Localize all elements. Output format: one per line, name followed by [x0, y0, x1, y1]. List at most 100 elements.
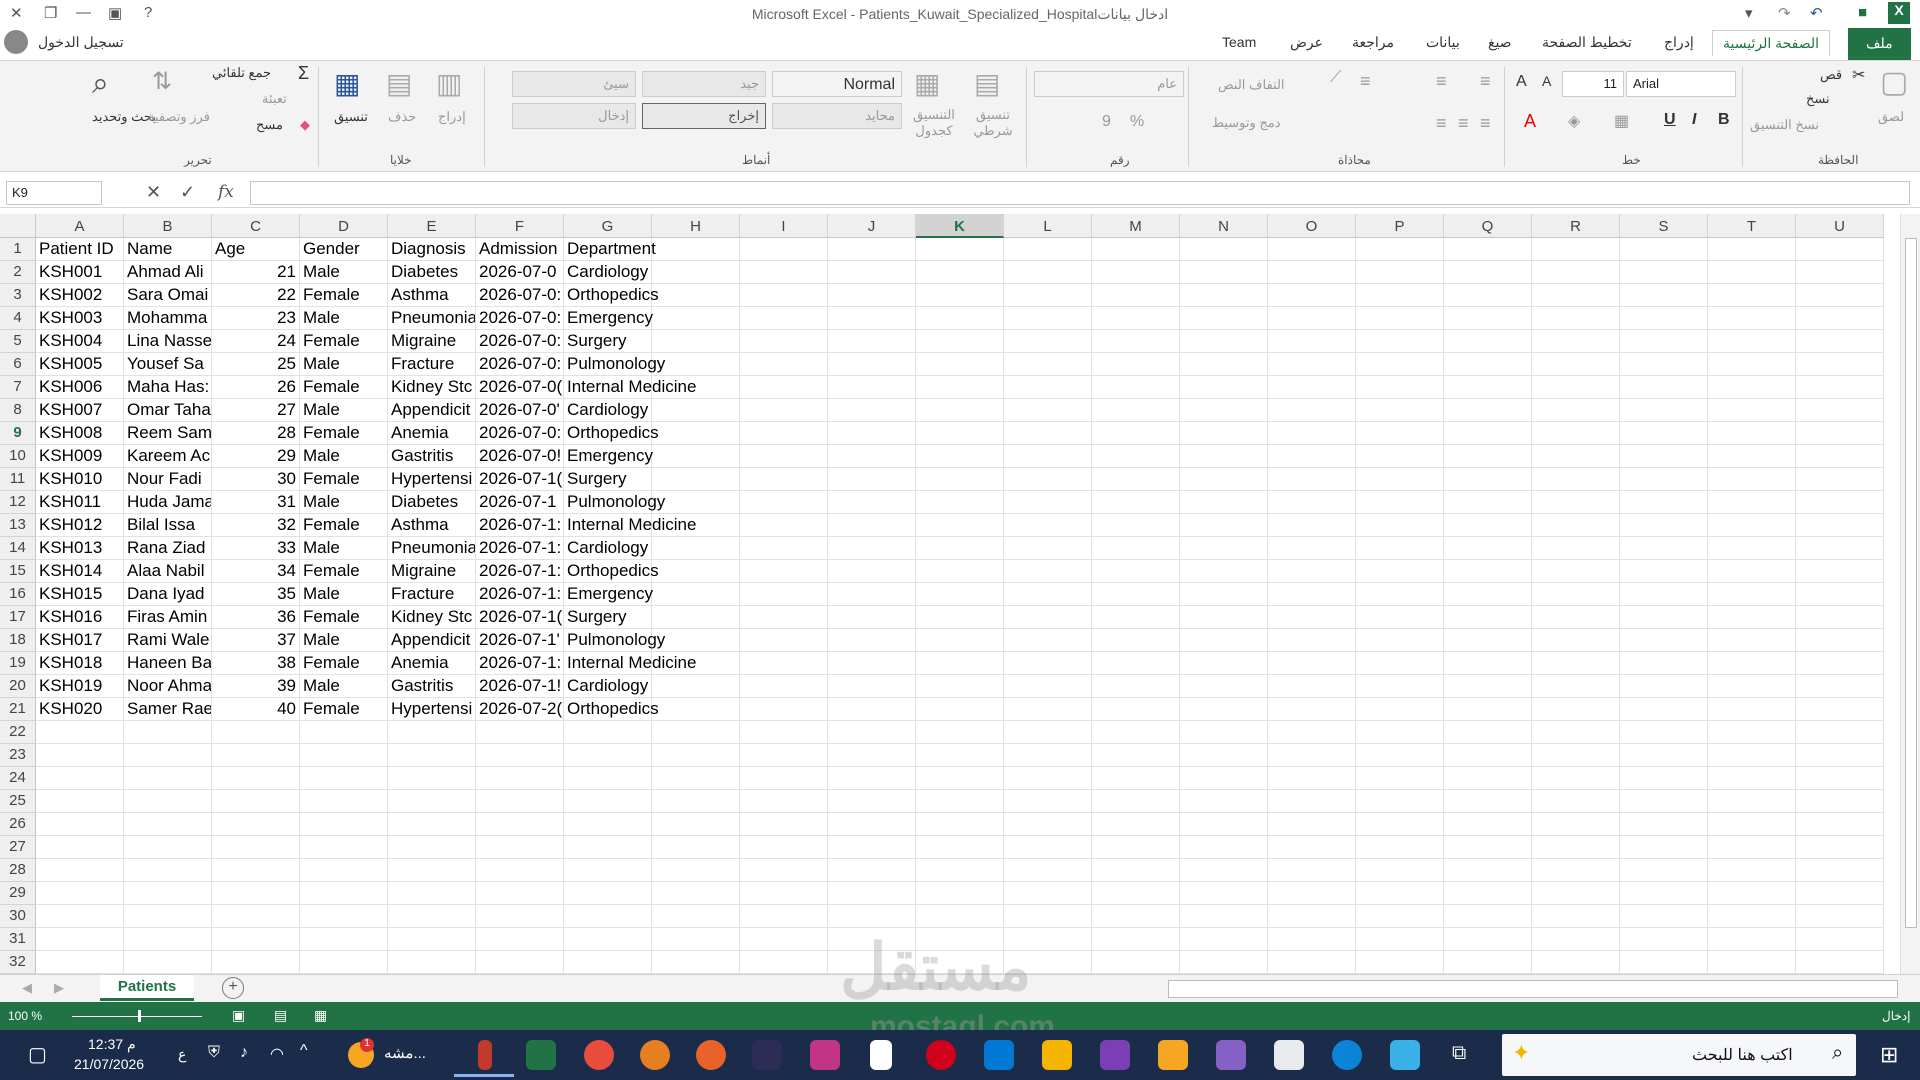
row-header-2[interactable]: 2: [0, 261, 36, 284]
empty-cell[interactable]: [828, 675, 916, 698]
align-center-icon[interactable]: ≡: [1458, 113, 1469, 134]
data-cell[interactable]: KSH013: [36, 537, 124, 560]
font-name-select[interactable]: Arial: [1626, 71, 1736, 97]
empty-cell[interactable]: [212, 767, 300, 790]
tab-view[interactable]: عرض: [1284, 34, 1329, 51]
empty-cell[interactable]: [1796, 583, 1884, 606]
data-cell[interactable]: Male: [300, 353, 388, 376]
empty-cell[interactable]: [1180, 307, 1268, 330]
empty-cell[interactable]: [1796, 399, 1884, 422]
insert-button[interactable]: إدراج: [438, 109, 466, 125]
empty-cell[interactable]: [1268, 606, 1356, 629]
empty-cell[interactable]: [1092, 675, 1180, 698]
empty-cell[interactable]: [300, 928, 388, 951]
vertical-scrollbar[interactable]: [1900, 214, 1920, 974]
empty-cell[interactable]: [1092, 537, 1180, 560]
empty-cell[interactable]: [740, 629, 828, 652]
empty-cell[interactable]: [652, 261, 740, 284]
empty-cell[interactable]: [828, 537, 916, 560]
empty-cell[interactable]: [1532, 445, 1620, 468]
empty-cell[interactable]: [1708, 445, 1796, 468]
empty-cell[interactable]: [1180, 514, 1268, 537]
empty-cell[interactable]: [1444, 399, 1532, 422]
empty-cell[interactable]: [1444, 606, 1532, 629]
empty-cell[interactable]: [1268, 836, 1356, 859]
row-header-29[interactable]: 29: [0, 882, 36, 905]
empty-cell[interactable]: [1708, 330, 1796, 353]
empty-cell[interactable]: [916, 376, 1004, 399]
empty-cell[interactable]: [916, 790, 1004, 813]
empty-cell[interactable]: [916, 491, 1004, 514]
font-color-icon[interactable]: A: [1524, 111, 1536, 132]
tab-file[interactable]: ملف: [1848, 28, 1911, 60]
empty-cell[interactable]: [1092, 353, 1180, 376]
data-cell[interactable]: Gastritis: [388, 675, 476, 698]
empty-cell[interactable]: [1092, 951, 1180, 974]
empty-cell[interactable]: [828, 399, 916, 422]
file-explorer-icon[interactable]: [1042, 1040, 1072, 1070]
empty-cell[interactable]: [1444, 330, 1532, 353]
data-cell[interactable]: Kareem Ac: [124, 445, 212, 468]
header-cell[interactable]: Admission: [476, 238, 564, 261]
empty-cell[interactable]: [1620, 583, 1708, 606]
data-cell[interactable]: Rami Wale: [124, 629, 212, 652]
visual-studio-icon[interactable]: [1100, 1040, 1130, 1070]
empty-cell[interactable]: [1796, 859, 1884, 882]
empty-cell[interactable]: [1708, 491, 1796, 514]
data-cell[interactable]: Male: [300, 307, 388, 330]
empty-cell[interactable]: [916, 284, 1004, 307]
style-output[interactable]: إخراج: [642, 103, 766, 129]
empty-cell[interactable]: [740, 537, 828, 560]
empty-cell[interactable]: [1796, 491, 1884, 514]
sort-filter-button[interactable]: فرز وتصفية: [148, 109, 210, 125]
comma-style-button[interactable]: 9: [1102, 113, 1111, 131]
empty-cell[interactable]: [1092, 399, 1180, 422]
empty-cell[interactable]: [1444, 560, 1532, 583]
empty-cell[interactable]: [1092, 606, 1180, 629]
empty-cell[interactable]: [1620, 284, 1708, 307]
page-break-view-icon[interactable]: ▦: [314, 1007, 327, 1024]
empty-cell[interactable]: [36, 928, 124, 951]
empty-cell[interactable]: [916, 514, 1004, 537]
empty-cell[interactable]: [1268, 675, 1356, 698]
data-cell[interactable]: Emergency: [564, 583, 653, 606]
empty-cell[interactable]: [1092, 882, 1180, 905]
empty-cell[interactable]: [1180, 744, 1268, 767]
empty-cell[interactable]: [1180, 560, 1268, 583]
data-cell[interactable]: Anemia: [388, 652, 476, 675]
empty-cell[interactable]: [36, 721, 124, 744]
normal-view-icon[interactable]: ▣: [232, 1007, 245, 1024]
empty-cell[interactable]: [1620, 859, 1708, 882]
data-cell[interactable]: KSH018: [36, 652, 124, 675]
empty-cell[interactable]: [1444, 468, 1532, 491]
row-header-30[interactable]: 30: [0, 905, 36, 928]
empty-cell[interactable]: [1796, 813, 1884, 836]
empty-cell[interactable]: [36, 859, 124, 882]
row-header-4[interactable]: 4: [0, 307, 36, 330]
empty-cell[interactable]: [1708, 399, 1796, 422]
data-cell[interactable]: Hypertensi: [388, 468, 476, 491]
empty-cell[interactable]: [36, 767, 124, 790]
row-header-16[interactable]: 16: [0, 583, 36, 606]
empty-cell[interactable]: [1532, 859, 1620, 882]
empty-cell[interactable]: [652, 951, 740, 974]
row-header-17[interactable]: 17: [0, 606, 36, 629]
empty-cell[interactable]: [1356, 376, 1444, 399]
empty-cell[interactable]: [1004, 537, 1092, 560]
column-header-h[interactable]: H: [652, 214, 740, 238]
data-cell[interactable]: 2026-07-1:: [476, 514, 564, 537]
grow-font-icon[interactable]: A: [1516, 73, 1527, 91]
empty-cell[interactable]: [1268, 537, 1356, 560]
empty-cell[interactable]: [1620, 928, 1708, 951]
copilot-icon[interactable]: [1390, 1040, 1420, 1070]
empty-cell[interactable]: [1796, 307, 1884, 330]
data-cell[interactable]: Dana Iyad: [124, 583, 212, 606]
data-cell[interactable]: KSH002: [36, 284, 124, 307]
empty-cell[interactable]: [1004, 422, 1092, 445]
empty-cell[interactable]: [300, 859, 388, 882]
empty-cell[interactable]: [1444, 859, 1532, 882]
customize-qat-icon[interactable]: ▾: [1745, 4, 1753, 22]
format-button[interactable]: تنسيق: [334, 109, 368, 125]
empty-cell[interactable]: [1532, 284, 1620, 307]
data-cell[interactable]: 2026-07-1: [476, 491, 564, 514]
